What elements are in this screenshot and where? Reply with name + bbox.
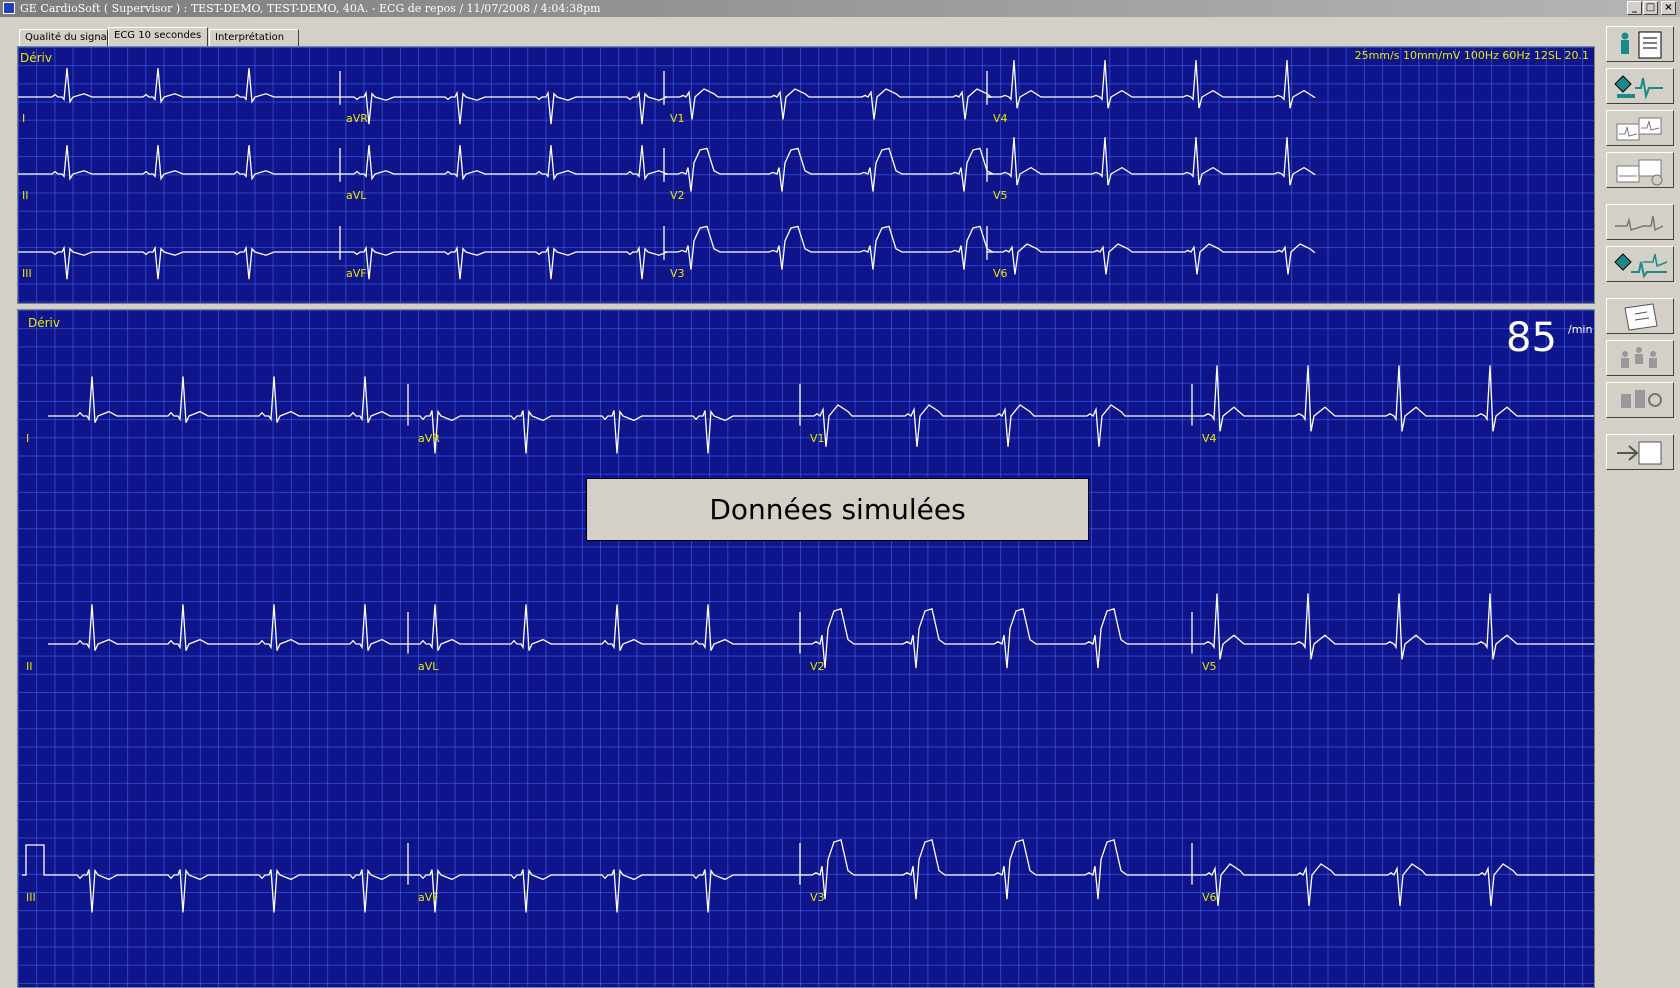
- ecg-detail-traces: IaVR V1 V4 II aVL V2 V5 III aVF V3 V6: [22, 365, 1594, 913]
- window-title: GE CardioSoft ( Supervisor ) : TEST-DEMO…: [20, 2, 601, 15]
- minimize-button[interactable]: _: [1627, 1, 1642, 15]
- settings-button[interactable]: [1606, 382, 1674, 418]
- lead-label-i: I: [22, 112, 25, 125]
- acquire-ecg-icon: [1614, 75, 1663, 100]
- settings-icon: [1621, 390, 1662, 408]
- open-folder-icon: [1624, 303, 1658, 331]
- app-icon: [3, 2, 15, 14]
- lead-label-v3: V3: [670, 267, 685, 280]
- ecg-overview-traces: IaVR V1 V4 II aVL V2 V5 III aVF V3 V6: [18, 60, 1317, 280]
- lead-label-v5: V5: [993, 189, 1008, 202]
- ecg-trace: [18, 68, 340, 104]
- ecg-trace: [987, 243, 1316, 275]
- lead-label-iii: III: [26, 891, 36, 904]
- open-record-button[interactable]: [1606, 298, 1674, 334]
- title-bar: GE CardioSoft ( Supervisor ) : TEST-DEMO…: [0, 0, 1680, 17]
- rhythm-strip-icon: [1615, 215, 1664, 232]
- ecg-trace: [800, 607, 1192, 669]
- stress-ecg-button[interactable]: [1606, 246, 1674, 282]
- acquire-ecg-button[interactable]: [1606, 68, 1674, 104]
- ecg-trace: [408, 604, 800, 651]
- exit-button[interactable]: [1606, 434, 1674, 470]
- lead-label-v2: V2: [670, 189, 685, 202]
- lead-label-i: I: [26, 432, 29, 445]
- lead-label-ii: II: [22, 189, 29, 202]
- tab-ecg-10-seconds[interactable]: ECG 10 secondes: [108, 27, 208, 46]
- ecg-trace: [340, 145, 668, 181]
- patient-report-button[interactable]: [1606, 26, 1674, 62]
- ecg-trace: [1192, 863, 1594, 906]
- lead-label-avl: aVL: [346, 189, 367, 202]
- ecg-trace: [664, 225, 994, 270]
- patient-report-icon: [1621, 31, 1662, 59]
- lead-label-avf: aVF: [418, 891, 439, 904]
- lead-label-avr: aVR: [418, 432, 440, 445]
- lead-label-ii: II: [26, 660, 33, 673]
- lead-label-v1: V1: [670, 112, 685, 125]
- lead-label-v4: V4: [993, 112, 1008, 125]
- ecg-trace: [340, 90, 668, 125]
- lead-label-v5: V5: [1202, 660, 1217, 673]
- ecg-trace: [48, 376, 408, 423]
- lead-label-v6: V6: [1202, 891, 1217, 904]
- ecg-detail-panel[interactable]: Dériv 85 /min IaVR V1 V4 II aVL V2 V5 III aVF V3 V…: [17, 309, 1595, 988]
- calibration-pulse: [22, 844, 48, 876]
- ecg-filter-button[interactable]: [1606, 152, 1674, 188]
- lead-label-v4: V4: [1202, 432, 1217, 445]
- lead-label-v1: V1: [810, 432, 825, 445]
- tab-signal-quality[interactable]: Qualité du signal: [19, 29, 110, 46]
- rhythm-strip-button[interactable]: [1606, 204, 1674, 240]
- ecg-trace: [1192, 593, 1594, 660]
- ecg-trace: [408, 868, 800, 913]
- ecg-overview-panel[interactable]: Dériv 25mm/s 10mm/mV 100Hz 60Hz 12SL 20.…: [17, 46, 1595, 304]
- lead-label-v2: V2: [810, 660, 825, 673]
- ecg-trace: [48, 604, 408, 651]
- patient-list-button[interactable]: [1606, 340, 1674, 376]
- ecg-trace: [340, 245, 668, 280]
- ecg-trace: [18, 145, 340, 181]
- ecg-trace: [48, 868, 408, 913]
- ecg-trace: [987, 60, 1317, 109]
- close-button[interactable]: ×: [1661, 1, 1676, 15]
- ecg-trace: [800, 404, 1192, 447]
- ecg-trace: [800, 838, 1192, 900]
- stress-ecg-icon: [1614, 253, 1668, 279]
- patient-list-icon: [1621, 347, 1657, 368]
- ecg-filter-icon: [1616, 159, 1663, 186]
- ecg-trace: [664, 88, 993, 120]
- exit-icon: [1617, 441, 1662, 465]
- maximize-button[interactable]: □: [1643, 1, 1658, 15]
- ecg-trace: [18, 245, 340, 280]
- lead-label-iii: III: [22, 267, 32, 280]
- lead-label-avl: aVL: [418, 660, 439, 673]
- simulated-data-banner: Données simulées: [586, 478, 1089, 541]
- ecg-trace: [664, 147, 994, 192]
- ecg-trace: [408, 409, 800, 454]
- ecg-trace: [1192, 365, 1594, 432]
- lead-label-avr: aVR: [346, 112, 368, 125]
- tab-interpretation[interactable]: Interprétation: [209, 29, 299, 46]
- lead-label-v3: V3: [810, 891, 825, 904]
- ecg-trace: [987, 137, 1317, 186]
- lead-label-avf: aVF: [346, 267, 367, 280]
- compare-ecg-icon: [1616, 117, 1662, 141]
- lead-label-v6: V6: [993, 267, 1008, 280]
- compare-ecg-button[interactable]: [1606, 110, 1674, 146]
